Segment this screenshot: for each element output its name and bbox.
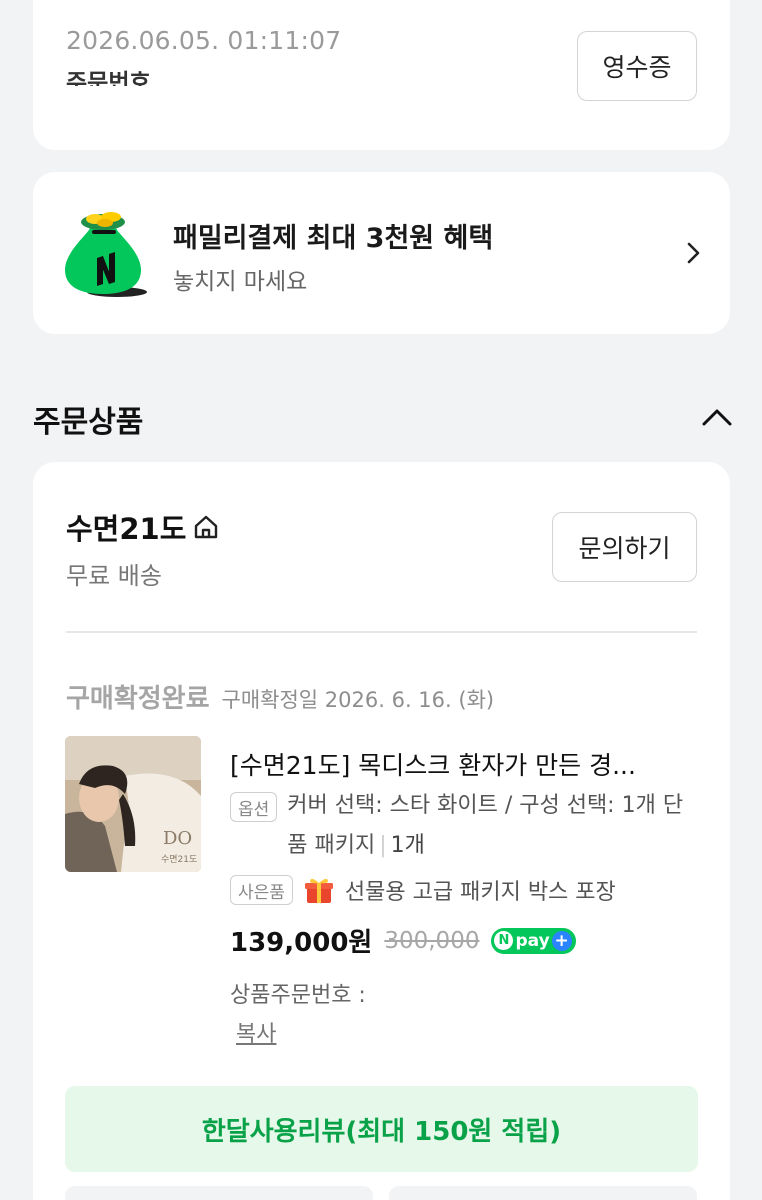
action-button-right[interactable] bbox=[389, 1186, 697, 1200]
thumbnail-brand-sub: 수면21도 bbox=[161, 855, 198, 865]
npay-plus-badge: N pay + bbox=[491, 927, 576, 954]
sale-price: 139,000원 bbox=[230, 928, 373, 958]
product-order-number: 상품주문번호 : bbox=[230, 983, 366, 1008]
plus-icon: + bbox=[551, 930, 572, 951]
shipping-info: 무료 배송 bbox=[66, 562, 162, 590]
gift-tag: 사은품 bbox=[230, 875, 293, 905]
option-tag: 옵션 bbox=[230, 792, 278, 822]
section-title: 주문상품 bbox=[33, 405, 144, 440]
promo-title: 패밀리결제 최대 3천원 혜택 bbox=[173, 223, 494, 254]
gift-row: 사은품 선물용 고급 패키지 박스 포장 bbox=[230, 874, 616, 906]
order-timestamp: 2026.06.05. 01:11:07 bbox=[66, 26, 342, 55]
product-thumbnail[interactable]: DO 수면21도 bbox=[65, 736, 201, 872]
gift-icon bbox=[304, 878, 333, 903]
npay-label: pay bbox=[515, 930, 550, 951]
monthly-review-button[interactable]: 한달사용리뷰(최대 150원 적립) bbox=[65, 1086, 698, 1172]
price-row: 139,000원 300,000 N pay + bbox=[230, 922, 576, 959]
product-name[interactable]: [수면21도] 목디스크 환자가 만든 경... bbox=[230, 746, 636, 782]
home-icon bbox=[195, 515, 218, 539]
divider bbox=[66, 631, 697, 633]
order-status: 구매확정완료 bbox=[66, 684, 210, 714]
seller-name-row[interactable]: 수면21도 bbox=[66, 506, 220, 548]
thumbnail-brand: DO bbox=[163, 828, 193, 849]
promo-subtitle: 놓치지 마세요 bbox=[173, 269, 308, 295]
order-item-card: 수면21도 무료 배송 문의하기 구매확정완료 구매확정일 2026. 6. 1… bbox=[33, 462, 730, 1200]
option-text-block: 커버 선택: 스타 화이트 / 구성 선택: 1개 단품 패키지 | 1개 bbox=[287, 786, 697, 866]
npay-n-icon: N bbox=[494, 931, 514, 950]
action-button-left[interactable] bbox=[65, 1186, 373, 1200]
chevron-up-icon[interactable] bbox=[700, 404, 734, 430]
order-number: 주문번호 bbox=[66, 70, 151, 86]
gift-text: 선물용 고급 패키지 박스 포장 bbox=[344, 880, 616, 905]
inquiry-button[interactable]: 문의하기 bbox=[552, 512, 697, 582]
confirm-date: 구매확정일 2026. 6. 16. (화) bbox=[221, 688, 495, 712]
option-text: 커버 선택: 스타 화이트 / 구성 선택: 1개 단품 패키지 bbox=[287, 793, 684, 858]
separator: | bbox=[379, 833, 387, 858]
family-pay-promo-banner[interactable]: 패밀리결제 최대 3천원 혜택 놓치지 마세요 bbox=[33, 172, 730, 334]
order-status-row: 구매확정완료 구매확정일 2026. 6. 16. (화) bbox=[66, 678, 494, 715]
option-row: 옵션 커버 선택: 스타 화이트 / 구성 선택: 1개 단품 패키지 | 1개 bbox=[230, 792, 697, 866]
chevron-right-icon[interactable] bbox=[683, 238, 703, 268]
quantity: 1개 bbox=[390, 833, 425, 858]
receipt-button[interactable]: 영수증 bbox=[577, 31, 697, 101]
copy-link[interactable]: 복사 bbox=[236, 1016, 276, 1048]
order-info-card: 2026.06.05. 01:11:07 주문번호 영수증 bbox=[33, 0, 730, 150]
original-price: 300,000 bbox=[384, 927, 480, 954]
seller-name: 수면21도 bbox=[66, 512, 187, 546]
money-bag-icon bbox=[65, 212, 147, 297]
